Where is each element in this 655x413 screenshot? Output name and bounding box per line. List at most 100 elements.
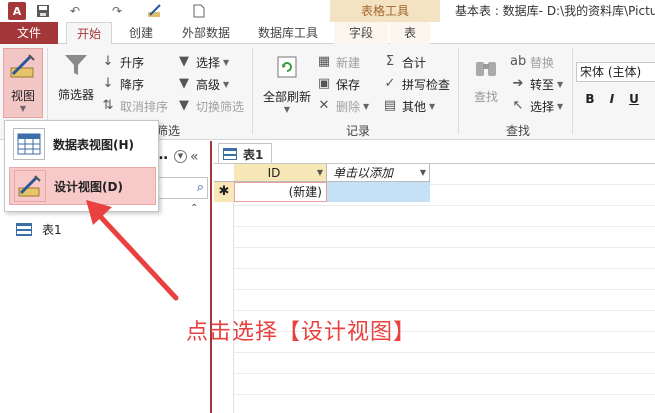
selection-filter-icon: ▼ <box>179 54 189 69</box>
goto-button[interactable]: ➔ 转至 ▼ <box>510 74 564 94</box>
refresh-all-label: 全部刷新 <box>262 90 311 104</box>
pointer-icon: ↖ <box>512 98 524 113</box>
column-header-click-to-add[interactable]: 单击以添加 ▼ <box>327 164 430 182</box>
filter-funnel-icon <box>59 48 93 82</box>
chevron-down-icon: ▼ <box>557 101 564 111</box>
spelling-label: 拼写检查 <box>402 77 451 92</box>
chevron-down-icon[interactable]: ▼ <box>314 168 326 177</box>
new-record-id-cell[interactable]: (新建) <box>234 182 327 202</box>
datasheet-view-label: 数据表视图(H) <box>53 137 135 152</box>
replace-button[interactable]: ab 替换 <box>510 52 554 72</box>
tab-table1[interactable]: 表1 <box>218 143 272 164</box>
more-button[interactable]: ▤ 其他 ▼ <box>382 96 435 116</box>
design-view-label: 设计视图(D) <box>54 179 123 194</box>
chevron-down-icon: ▼ <box>363 101 370 111</box>
toggle-filter-button[interactable]: ▼ 切换筛选 <box>176 96 244 116</box>
advanced-filter-button[interactable]: ▼ 高级 ▼ <box>176 74 229 94</box>
filter-label: 筛选器 <box>57 88 94 102</box>
datasheet-view-icon <box>13 128 45 160</box>
select-button[interactable]: ↖ 选择 ▼ <box>510 96 564 116</box>
save-icon[interactable] <box>34 2 52 20</box>
advanced-filter-icon: ▼ <box>179 76 189 91</box>
nav-item-table1[interactable]: 表1 <box>16 221 62 238</box>
more-label: 其他 <box>402 99 427 114</box>
filter-button[interactable]: 筛选器 <box>54 48 98 103</box>
refresh-all-button[interactable]: 全部刷新 ▼ <box>258 50 316 114</box>
instruction-annotation: 点击选择【设计视图】 <box>186 320 417 345</box>
clear-sort-button[interactable]: ⇅ 取消排序 <box>100 96 168 116</box>
clear-sort-icon: ⇅ <box>102 98 114 113</box>
column-header-id-label: ID <box>267 165 281 180</box>
access-app-icon[interactable]: A <box>8 2 26 20</box>
totals-button[interactable]: Σ 合计 <box>382 52 426 72</box>
ribbon-tabs: 文件 开始 创建 外部数据 数据库工具 字段 表 <box>0 22 655 45</box>
tab-file[interactable]: 文件 <box>0 22 58 44</box>
records-group-label: 记录 <box>346 124 371 138</box>
select-all-box[interactable] <box>214 164 234 182</box>
redo-icon[interactable]: ↷ <box>108 2 126 20</box>
design-view-icon <box>14 170 46 202</box>
selection-filter-button[interactable]: ▼ 选择 ▼ <box>176 52 229 72</box>
ribbon-separator <box>458 48 459 134</box>
italic-button[interactable]: I <box>604 92 620 106</box>
replace-icon: ab <box>510 54 527 69</box>
sort-descending-button[interactable]: ↓ 降序 <box>100 74 144 94</box>
new-record-add-cell[interactable] <box>327 182 430 202</box>
chevron-down-icon: ▼ <box>19 104 27 113</box>
undo-icon[interactable]: ↶ <box>66 2 84 20</box>
chevron-down-icon: ▼ <box>429 101 436 111</box>
refresh-icon <box>270 50 304 84</box>
find-button[interactable]: 查找 <box>464 50 508 105</box>
advanced-filter-label: 高级 <box>196 77 221 92</box>
new-document-icon[interactable] <box>190 2 208 20</box>
new-record-button[interactable]: ▦ 新建 <box>316 52 360 72</box>
chevron-down-icon: ▼ <box>223 79 230 89</box>
chevron-down-icon: ▼ <box>557 79 564 89</box>
sort-filter-group-label: 筛选 <box>156 124 181 138</box>
save-icon: ▣ <box>317 76 331 91</box>
chevron-down-icon: ▼ <box>283 105 291 114</box>
column-header-add-label: 单击以添加 <box>333 166 394 180</box>
select-label: 选择 <box>530 99 555 114</box>
search-icon: ⌕ <box>196 180 204 195</box>
more-grid-icon: ▤ <box>383 98 397 113</box>
find-label: 查找 <box>473 90 498 104</box>
menu-item-design-view[interactable]: 设计视图(D) <box>9 167 156 205</box>
sort-ascending-icon: ↓ <box>102 54 114 69</box>
toggle-filter-label: 切换筛选 <box>196 99 245 114</box>
chevron-down-icon: ▼ <box>223 57 230 67</box>
view-quick-icon[interactable] <box>146 2 164 20</box>
document-area: 表1 ID ▼ 单击以添加 ▼ ✱ (新建) <box>214 141 655 413</box>
menu-item-datasheet-view[interactable]: 数据表视图(H) <box>9 125 156 163</box>
selection-filter-label: 选择 <box>196 55 221 70</box>
save-record-button[interactable]: ▣ 保存 <box>316 74 360 94</box>
group-collapse-icon[interactable]: ⌃ <box>190 203 198 214</box>
datasheet-grid: ID ▼ 单击以添加 ▼ ✱ (新建) <box>214 164 655 413</box>
new-record-marker: ✱ <box>214 182 234 202</box>
tab-external-data[interactable]: 外部数据 <box>170 22 242 44</box>
view-button-label: 视图 <box>10 89 35 103</box>
nav-menu-dropdown[interactable]: ▼ <box>174 150 187 163</box>
clear-sort-label: 取消排序 <box>120 99 169 114</box>
chevron-down-icon[interactable]: ▼ <box>417 168 429 177</box>
tab-home[interactable]: 开始 <box>66 22 112 45</box>
column-header-id[interactable]: ID ▼ <box>234 164 327 182</box>
tab-table[interactable]: 表 <box>390 22 430 44</box>
totals-label: 合计 <box>402 55 427 70</box>
underline-button[interactable]: U <box>626 92 642 106</box>
new-record-label: 新建 <box>336 55 361 70</box>
view-button[interactable]: 视图 ▼ <box>3 48 43 118</box>
tab-fields[interactable]: 字段 <box>334 22 388 44</box>
sort-ascending-button[interactable]: ↓ 升序 <box>100 52 144 72</box>
shutter-collapse-icon[interactable]: « <box>190 149 199 165</box>
delete-record-button[interactable]: ✕ 删除 ▼ <box>316 96 370 116</box>
new-record-icon: ▦ <box>317 54 331 69</box>
tab-database-tools[interactable]: 数据库工具 <box>248 22 328 44</box>
bold-button[interactable]: B <box>582 92 598 106</box>
find-group-label: 查找 <box>506 124 531 138</box>
font-name-select[interactable]: 宋体 (主体) <box>576 62 655 82</box>
sigma-icon: Σ <box>385 54 395 69</box>
tab-create[interactable]: 创建 <box>118 22 164 44</box>
spelling-button[interactable]: ✓ 拼写检查 <box>382 74 450 94</box>
goto-label: 转至 <box>530 77 555 92</box>
